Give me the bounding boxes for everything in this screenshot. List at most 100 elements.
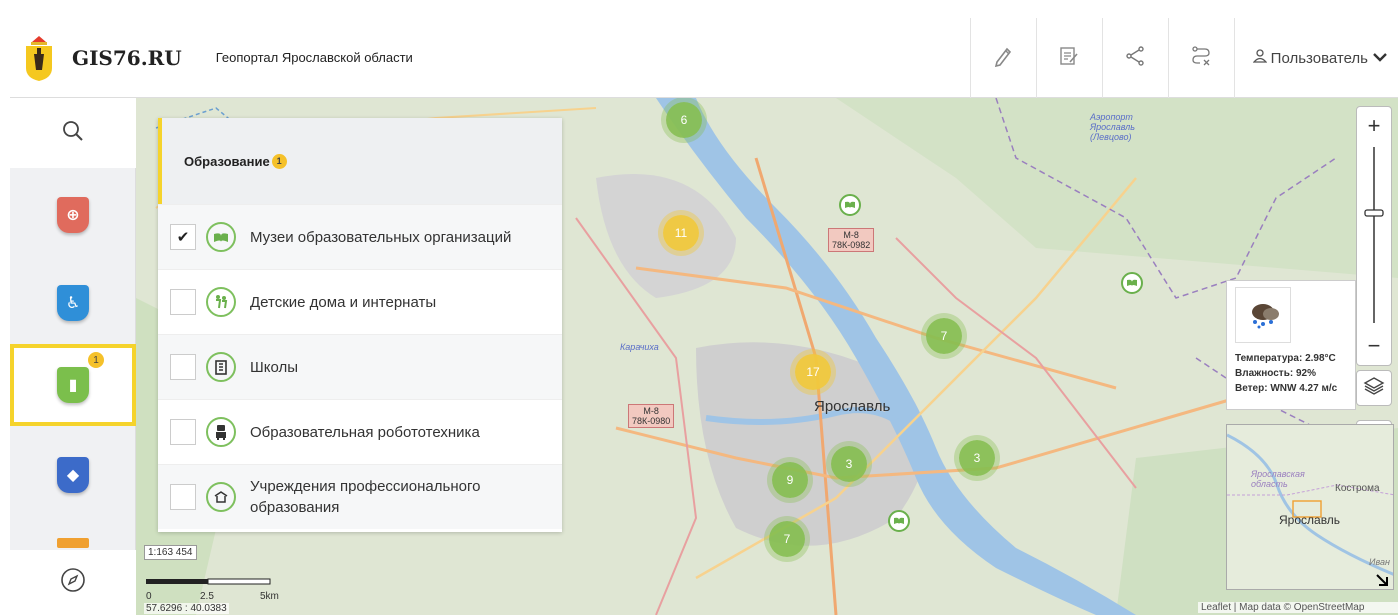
compass-button[interactable] bbox=[10, 550, 136, 615]
zoom-control: + − bbox=[1356, 106, 1392, 366]
weather-temperature: Температура: 2.98°C bbox=[1235, 353, 1336, 364]
minimap-region-label: Ярославская область bbox=[1251, 469, 1305, 489]
layers-icon bbox=[1363, 376, 1385, 401]
user-menu[interactable]: Пользователь bbox=[1233, 18, 1398, 98]
vocational-icon bbox=[206, 482, 236, 512]
weather-text: Температура: 2.98°C Влажность: 92% Ветер… bbox=[1235, 351, 1347, 396]
cluster-marker[interactable]: 3 bbox=[959, 440, 995, 476]
map-attribution[interactable]: Leaflet | Map data © OpenStreetMap bbox=[1198, 602, 1398, 613]
cluster-marker[interactable]: 7 bbox=[926, 318, 962, 354]
weather-widget: Температура: 2.98°C Влажность: 92% Ветер… bbox=[1226, 280, 1356, 410]
book-icon bbox=[893, 512, 905, 530]
security-icon: ◆ bbox=[57, 457, 89, 493]
yaroslavl-coat-of-arms-logo[interactable] bbox=[24, 34, 54, 82]
category-more[interactable] bbox=[10, 518, 136, 548]
layer-item[interactable]: Школы bbox=[158, 334, 562, 399]
search-button[interactable] bbox=[10, 98, 136, 168]
scale-tick: 0 bbox=[146, 591, 152, 602]
notes-icon bbox=[1058, 45, 1080, 72]
layer-checkbox[interactable] bbox=[170, 419, 196, 445]
category-education[interactable]: ▮ 1 bbox=[10, 344, 136, 426]
compass-icon bbox=[60, 567, 86, 598]
cluster-marker[interactable]: 11 bbox=[663, 215, 699, 251]
panel-count-badge: 1 bbox=[271, 153, 287, 169]
weather-wind: Ветер: WNW 4.27 м/с bbox=[1235, 383, 1338, 394]
scale-ratio: 1:163 454 bbox=[144, 545, 197, 560]
book-icon bbox=[844, 196, 856, 214]
user-icon bbox=[1252, 49, 1268, 67]
zoom-out-button[interactable]: − bbox=[1357, 329, 1391, 363]
layer-label: Образовательная робототехника bbox=[250, 423, 480, 441]
place-label: Карачиха bbox=[620, 342, 659, 352]
accessibility-icon: ♿ bbox=[57, 285, 89, 321]
more-icon bbox=[57, 538, 89, 548]
children-home-icon bbox=[206, 287, 236, 317]
category-rail: ⊕ ♿ ▮ 1 ◆ bbox=[10, 98, 136, 615]
brand-title[interactable]: GIS76.RU bbox=[72, 46, 182, 70]
cluster-marker[interactable]: 9 bbox=[772, 462, 808, 498]
city-label: Ярославль bbox=[814, 398, 891, 415]
zoom-slider[interactable] bbox=[1357, 143, 1391, 329]
top-bar: GIS76.RU Геопортал Ярославской области П… bbox=[10, 18, 1398, 98]
layer-label: Учреждения профессионального образования bbox=[250, 478, 481, 516]
cluster-marker[interactable]: 3 bbox=[831, 446, 867, 482]
scale-bar: 0 2.5 5km bbox=[146, 573, 279, 603]
portal-subtitle: Геопортал Ярославской области bbox=[215, 50, 413, 65]
cluster-marker[interactable]: 17 bbox=[795, 354, 831, 390]
layer-checkbox[interactable] bbox=[170, 289, 196, 315]
school-icon bbox=[206, 352, 236, 382]
layer-checkbox[interactable] bbox=[170, 484, 196, 510]
weather-humidity: Влажность: 92% bbox=[1235, 368, 1316, 379]
basemap-layers-button[interactable] bbox=[1356, 370, 1392, 406]
overview-minimap[interactable]: Ярославская область Кострома Ярославль Ив… bbox=[1226, 424, 1394, 590]
top-actions: Пользователь bbox=[969, 18, 1398, 98]
pencil-icon bbox=[992, 45, 1014, 72]
education-icon: ▮ bbox=[57, 367, 89, 403]
museum-marker[interactable] bbox=[1121, 272, 1143, 294]
category-security[interactable]: ◆ bbox=[10, 434, 136, 516]
category-health[interactable]: ⊕ bbox=[10, 174, 136, 256]
notes-button[interactable] bbox=[1035, 18, 1102, 98]
cursor-coordinates: 57.6296 : 40.0383 bbox=[144, 603, 229, 614]
share-icon bbox=[1124, 45, 1146, 72]
weather-cloud-icon bbox=[1235, 287, 1291, 343]
scale-tick: 5km bbox=[260, 591, 279, 602]
search-icon bbox=[61, 119, 85, 148]
museum-marker[interactable] bbox=[888, 510, 910, 532]
layer-label: Детские дома и интернаты bbox=[250, 293, 437, 311]
minimap-kostroma-label: Кострома bbox=[1335, 483, 1380, 494]
geoportal-app: GIS76.RU Геопортал Ярославской области П… bbox=[0, 0, 1398, 615]
museum-icon bbox=[206, 222, 236, 252]
draw-button[interactable] bbox=[969, 18, 1036, 98]
health-icon: ⊕ bbox=[57, 197, 89, 233]
minimap-ivan-label: Иван bbox=[1369, 557, 1390, 567]
layer-item[interactable]: Детские дома и интернаты bbox=[158, 269, 562, 334]
layer-item[interactable]: Образовательная робототехника bbox=[158, 399, 562, 464]
robot-icon bbox=[206, 417, 236, 447]
category-accessibility[interactable]: ♿ bbox=[10, 262, 136, 344]
route-clear-icon bbox=[1190, 45, 1212, 72]
layer-checkbox[interactable]: ✔ bbox=[170, 224, 196, 250]
layer-label: Школы bbox=[250, 358, 299, 376]
layer-item[interactable]: Учреждения профессионального образования bbox=[158, 464, 562, 529]
cluster-marker[interactable]: 6 bbox=[666, 102, 702, 138]
chevron-down-icon bbox=[1372, 50, 1388, 67]
layer-checkbox[interactable] bbox=[170, 354, 196, 380]
cluster-marker[interactable]: 7 bbox=[769, 521, 805, 557]
clear-route-button[interactable] bbox=[1167, 18, 1234, 98]
user-label: Пользователь bbox=[1270, 49, 1368, 67]
scale-tick: 2.5 bbox=[200, 591, 214, 602]
museum-marker[interactable] bbox=[839, 194, 861, 216]
layer-item[interactable]: ✔ Музеи образовательных организаций bbox=[158, 204, 562, 269]
panel-header[interactable]: Образование 1 bbox=[158, 118, 562, 204]
book-icon bbox=[1126, 274, 1138, 292]
layer-label: Музеи образовательных организаций bbox=[250, 228, 512, 246]
layer-list: ✔ Музеи образовательных организаций Детс… bbox=[158, 204, 562, 529]
share-button[interactable] bbox=[1101, 18, 1168, 98]
layers-panel: Образование 1 ✔ Музеи образовательных ор… bbox=[158, 118, 562, 532]
minimap-city-label: Ярославль bbox=[1279, 513, 1341, 527]
airport-label: Аэропорт Ярославль (Левцово) bbox=[1090, 112, 1135, 142]
road-label: М-8 78К-0980 bbox=[628, 404, 675, 428]
category-count-badge: 1 bbox=[88, 352, 104, 368]
zoom-in-button[interactable]: + bbox=[1357, 109, 1391, 143]
